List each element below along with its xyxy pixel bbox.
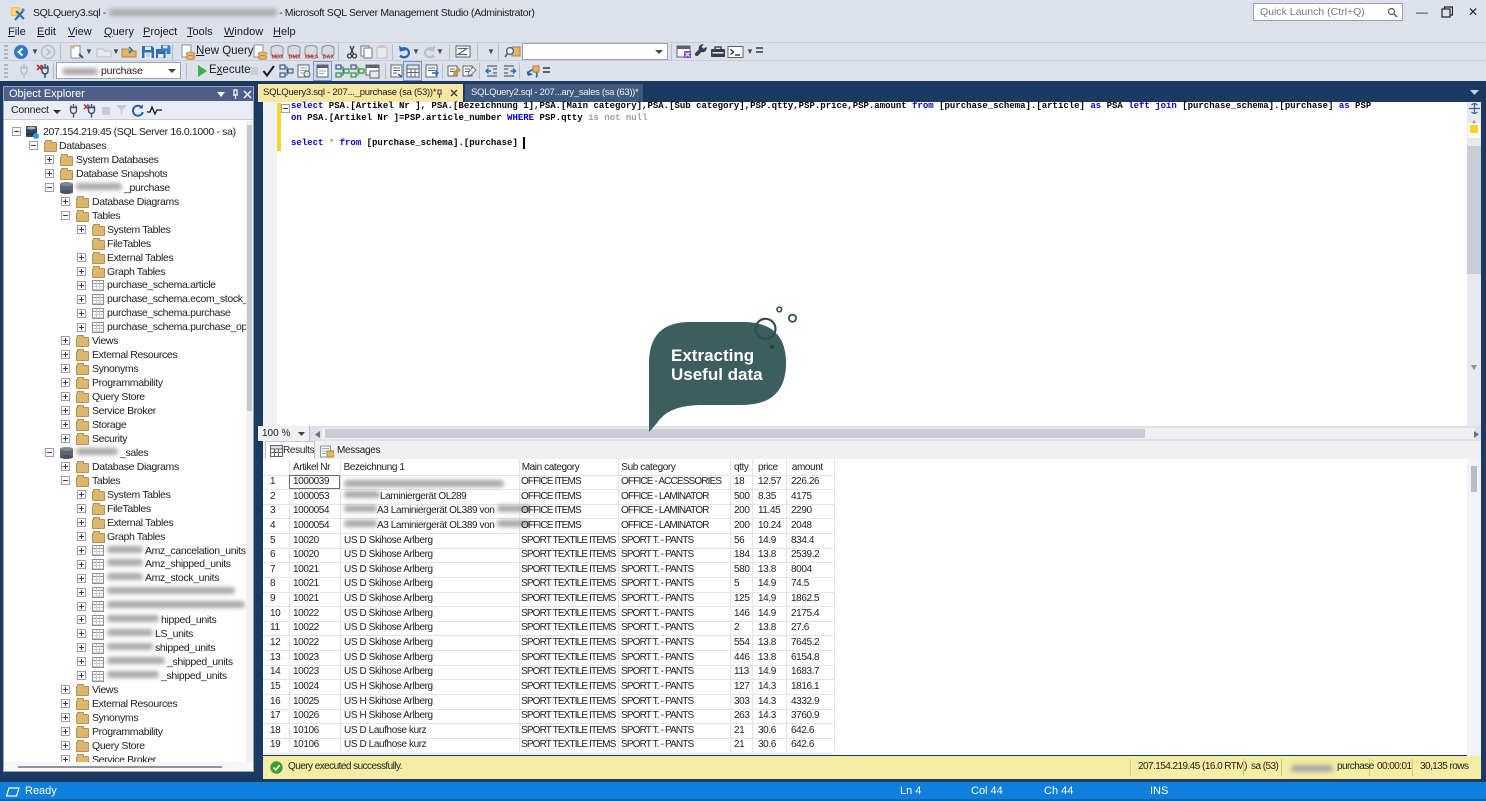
svg-text:Useful data: Useful data bbox=[671, 365, 763, 384]
svg-text:Extracting: Extracting bbox=[671, 346, 754, 365]
